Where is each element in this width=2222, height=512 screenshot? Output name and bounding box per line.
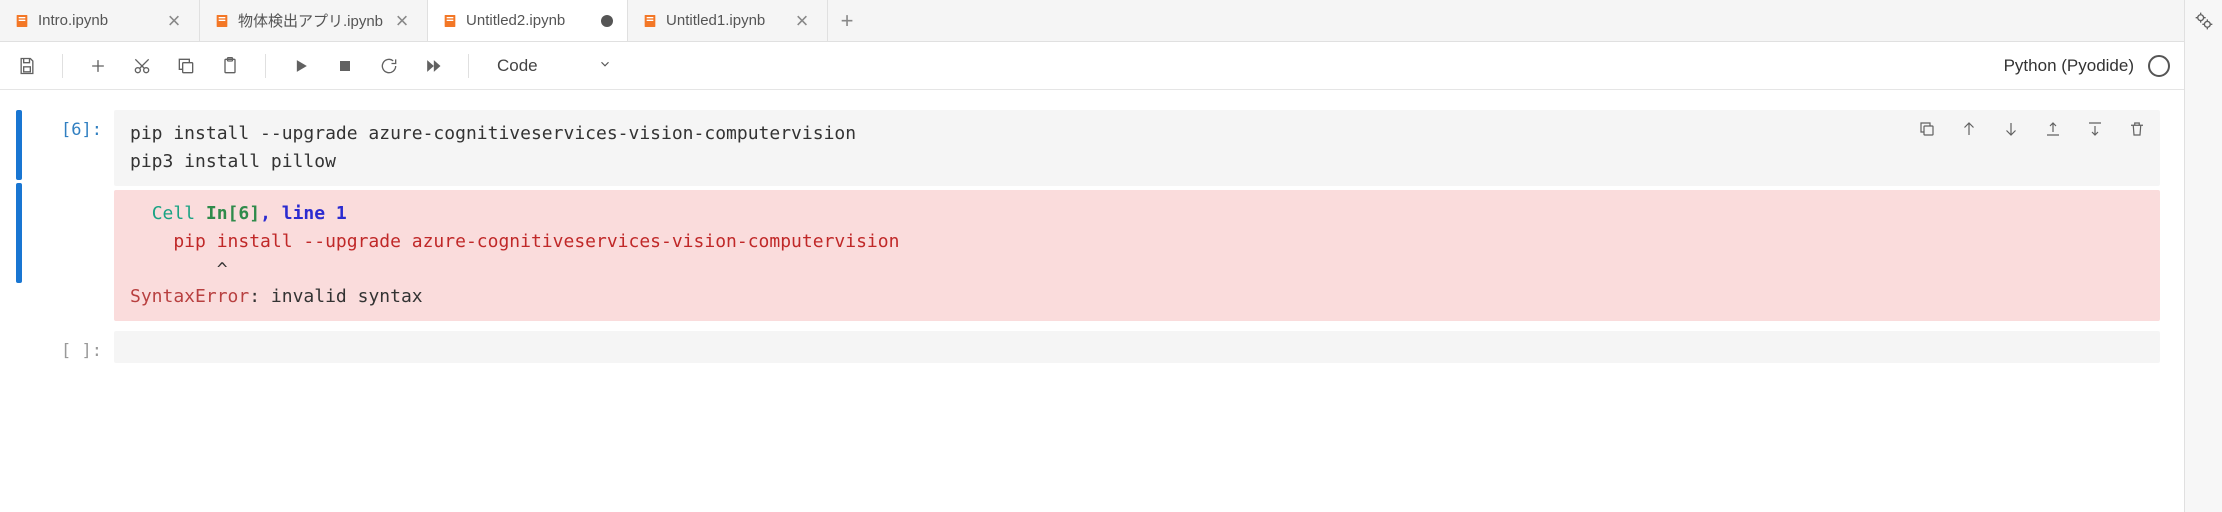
close-icon[interactable]: × bbox=[791, 10, 813, 32]
new-tab-button[interactable]: + bbox=[828, 8, 866, 34]
insert-above-button[interactable] bbox=[2040, 116, 2066, 142]
restart-button[interactable] bbox=[376, 53, 402, 79]
tab-untitled1[interactable]: Untitled1.ipynb × bbox=[628, 0, 828, 41]
tab-label: Untitled2.ipynb bbox=[466, 12, 593, 29]
cell-collapse-input[interactable] bbox=[16, 110, 22, 180]
notebook-icon bbox=[642, 13, 658, 29]
tab-object-detect[interactable]: 物体検出アプリ.ipynb × bbox=[200, 0, 428, 41]
cell-collapse-output[interactable] bbox=[16, 183, 22, 283]
close-icon[interactable]: × bbox=[391, 10, 413, 32]
tab-label: 物体検出アプリ.ipynb bbox=[238, 10, 383, 31]
code-cell[interactable]: [ ]: bbox=[16, 331, 2160, 363]
run-all-button[interactable] bbox=[420, 53, 446, 79]
tab-intro[interactable]: Intro.ipynb × bbox=[0, 0, 200, 41]
move-up-button[interactable] bbox=[1956, 116, 1982, 142]
cell-type-label: Code bbox=[497, 56, 538, 76]
kernel-indicator[interactable]: Python (Pyodide) bbox=[2004, 55, 2170, 77]
notebook-icon bbox=[14, 13, 30, 29]
notebook-toolbar: Code Python (Pyodide) bbox=[0, 42, 2184, 90]
delete-cell-button[interactable] bbox=[2124, 116, 2150, 142]
kernel-status-icon bbox=[2148, 55, 2170, 77]
insert-below-button[interactable] bbox=[2082, 116, 2108, 142]
separator bbox=[62, 54, 63, 78]
stop-button[interactable] bbox=[332, 53, 358, 79]
chevron-down-icon bbox=[598, 56, 612, 76]
execution-prompt: [6]: bbox=[34, 110, 114, 321]
execution-prompt: [ ]: bbox=[34, 331, 114, 363]
separator bbox=[468, 54, 469, 78]
save-button[interactable] bbox=[14, 53, 40, 79]
notebook-body[interactable]: [6]: pip install --upgrade azure-cogniti… bbox=[0, 90, 2184, 512]
cell-output-error: Cell In[6], line 1 pip install --upgrade… bbox=[114, 190, 2160, 322]
close-icon[interactable]: × bbox=[163, 10, 185, 32]
notebook-icon bbox=[214, 13, 230, 29]
cut-button[interactable] bbox=[129, 53, 155, 79]
code-cell[interactable]: [6]: pip install --upgrade azure-cogniti… bbox=[16, 110, 2160, 321]
tab-label: Untitled1.ipynb bbox=[666, 12, 783, 29]
tab-label: Intro.ipynb bbox=[38, 12, 155, 29]
right-sidebar bbox=[2184, 0, 2222, 512]
tab-bar: Intro.ipynb × 物体検出アプリ.ipynb × Untitled2.… bbox=[0, 0, 2184, 42]
kernel-name: Python (Pyodide) bbox=[2004, 56, 2134, 76]
notebook-icon bbox=[442, 13, 458, 29]
tab-untitled2[interactable]: Untitled2.ipynb bbox=[428, 0, 628, 41]
duplicate-cell-button[interactable] bbox=[1914, 116, 1940, 142]
cell-action-toolbar bbox=[1914, 116, 2150, 142]
unsaved-dot-icon bbox=[601, 15, 613, 27]
run-button[interactable] bbox=[288, 53, 314, 79]
copy-button[interactable] bbox=[173, 53, 199, 79]
separator bbox=[265, 54, 266, 78]
code-editor[interactable] bbox=[114, 331, 2160, 363]
move-down-button[interactable] bbox=[1998, 116, 2024, 142]
paste-button[interactable] bbox=[217, 53, 243, 79]
code-editor[interactable]: pip install --upgrade azure-cognitiveser… bbox=[114, 110, 2160, 186]
settings-icon[interactable] bbox=[2191, 8, 2217, 34]
cell-type-select[interactable]: Code bbox=[491, 56, 618, 76]
insert-cell-button[interactable] bbox=[85, 53, 111, 79]
